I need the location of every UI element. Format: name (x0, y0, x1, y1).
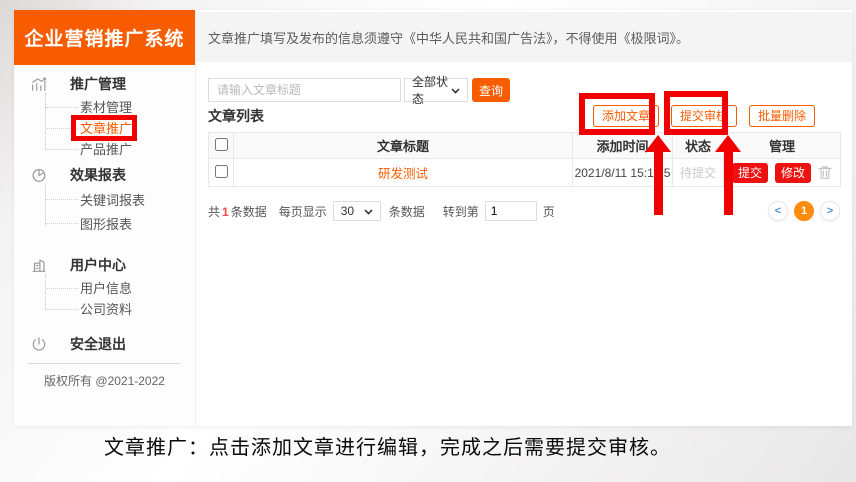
chevron-down-icon (451, 83, 460, 97)
column-header-time: 添加时间 (573, 133, 673, 159)
table-row: 研发测试 2021/8/11 15:10:5 待提交 提交 修改 (209, 159, 841, 187)
sidebar-nav: 推广管理 素材管理 文章推广 产品推广 (14, 65, 195, 356)
content-area: 全部状态 查询 文章列表 添加文章 (196, 62, 852, 221)
prev-icon: < (775, 205, 781, 217)
sidebar-item-user-center[interactable]: 用户中心 (14, 253, 195, 277)
caption-text: 文章推广：点击添加文章进行编辑，完成之后需要提交审核。 (104, 431, 671, 460)
sidebar-item-graph-report[interactable]: 图形报表 (14, 211, 195, 235)
per-page-select[interactable]: 30 (333, 201, 381, 221)
per-page-value: 30 (341, 204, 354, 218)
goto-page-input[interactable] (485, 201, 537, 221)
row-checkbox[interactable] (215, 165, 228, 178)
notice-bar: 文章推广填写及发布的信息须遵守《中华人民共和国广告法》，不得使用《极限词》。 (196, 12, 852, 62)
sidebar-item-label: 安全退出 (70, 334, 126, 354)
row-time-cell: 2021/8/11 15:10:5 (573, 159, 673, 187)
section-promotion-management: 推广管理 素材管理 文章推广 产品推广 (14, 72, 195, 159)
current-page-button[interactable]: 1 (794, 201, 814, 221)
app-window: 企业营销推广系统 推广管理 素材管理 (14, 10, 852, 426)
bar-chart-icon (30, 75, 48, 93)
select-all-header (209, 133, 234, 159)
article-table: 文章标题 添加时间 状态 管理 研发测试 (208, 132, 841, 187)
table-header-row: 文章标题 添加时间 状态 管理 (209, 133, 841, 159)
page: 企业营销推广系统 推广管理 素材管理 (0, 0, 856, 482)
sidebar-footer: 版权所有 @2021-2022 (14, 363, 195, 389)
add-article-button[interactable]: 添加文章 (593, 105, 659, 127)
article-title-link[interactable]: 研发测试 (378, 167, 428, 181)
submit-review-button[interactable]: 提交审核 (671, 105, 737, 127)
status-filter-value: 全部状态 (412, 73, 451, 107)
submit-button[interactable]: 提交 (732, 163, 768, 183)
next-page-button[interactable]: > (820, 201, 840, 221)
list-actions: 添加文章 提交审核 批量删除 (593, 105, 815, 127)
search-row: 全部状态 查询 (208, 78, 840, 102)
sidebar: 企业营销推广系统 推广管理 素材管理 (14, 10, 196, 426)
section-logout: 安全退出 (14, 332, 195, 356)
main-area: 文章推广填写及发布的信息须遵守《中华人民共和国广告法》，不得使用《极限词》。 全… (196, 10, 852, 426)
goto-label: 转到第 (443, 203, 479, 220)
submenu-user: 用户信息 公司资料 (14, 277, 195, 319)
goto-suffix: 页 (543, 203, 555, 220)
row-title-cell: 研发测试 (234, 159, 573, 187)
building-icon (30, 256, 48, 274)
next-icon: > (827, 205, 833, 217)
column-header-manage: 管理 (724, 133, 841, 159)
per-page-suffix: 条数据 (389, 203, 425, 220)
notice-text: 文章推广填写及发布的信息须遵守《中华人民共和国广告法》，不得使用《极限词》。 (208, 28, 689, 47)
select-all-checkbox[interactable] (215, 138, 228, 151)
total-count-text: 共1条数据 (208, 203, 267, 220)
sidebar-item-keyword-report[interactable]: 关键词报表 (14, 187, 195, 211)
status-filter-select[interactable]: 全部状态 (404, 78, 468, 102)
sidebar-item-logout[interactable]: 安全退出 (14, 332, 195, 356)
query-button[interactable]: 查询 (472, 78, 510, 102)
pagination-bar: 共1条数据 每页显示 30 条数据 转到第 页 < 1 (208, 201, 840, 221)
batch-delete-button[interactable]: 批量删除 (749, 105, 815, 127)
pager-circles: < 1 > (768, 201, 840, 221)
total-count-value: 1 (220, 205, 231, 219)
prev-page-button[interactable]: < (768, 201, 788, 221)
sidebar-item-product-promotion[interactable]: 产品推广 (14, 138, 195, 159)
sidebar-item-article-promotion[interactable]: 文章推广 (14, 117, 195, 138)
sidebar-item-label: 推广管理 (70, 74, 126, 94)
power-icon (30, 335, 48, 353)
app-logo: 企业营销推广系统 (14, 10, 195, 65)
per-page-label: 每页显示 (279, 203, 327, 220)
sidebar-item-promotion-management[interactable]: 推广管理 (14, 72, 195, 96)
row-status-cell: 待提交 (673, 159, 724, 187)
submenu-report: 关键词报表 图形报表 (14, 187, 195, 235)
row-manage-cell: 提交 修改 (724, 159, 841, 187)
pie-chart-icon (30, 166, 48, 184)
trash-icon[interactable] (818, 165, 832, 180)
copyright-text: 版权所有 @2021-2022 (14, 364, 195, 389)
list-header-row: 文章列表 添加文章 提交审核 批量删除 (208, 104, 840, 127)
sidebar-item-company-profile[interactable]: 公司资料 (14, 298, 195, 319)
column-header-title: 文章标题 (234, 133, 573, 159)
sidebar-item-material-management[interactable]: 素材管理 (14, 96, 195, 117)
sidebar-item-user-info[interactable]: 用户信息 (14, 277, 195, 298)
list-title: 文章列表 (208, 106, 264, 126)
sidebar-item-effect-report[interactable]: 效果报表 (14, 163, 195, 187)
chevron-down-icon (364, 204, 373, 218)
search-input[interactable] (208, 78, 401, 102)
sidebar-item-label: 用户中心 (70, 255, 126, 275)
section-user-center: 用户中心 用户信息 公司资料 (14, 253, 195, 319)
sidebar-item-label: 效果报表 (70, 165, 126, 185)
edit-button[interactable]: 修改 (775, 163, 811, 183)
row-checkbox-cell (209, 159, 234, 187)
column-header-status: 状态 (673, 133, 724, 159)
section-effect-report: 效果报表 关键词报表 图形报表 (14, 163, 195, 235)
submenu-promotion: 素材管理 文章推广 产品推广 (14, 96, 195, 159)
